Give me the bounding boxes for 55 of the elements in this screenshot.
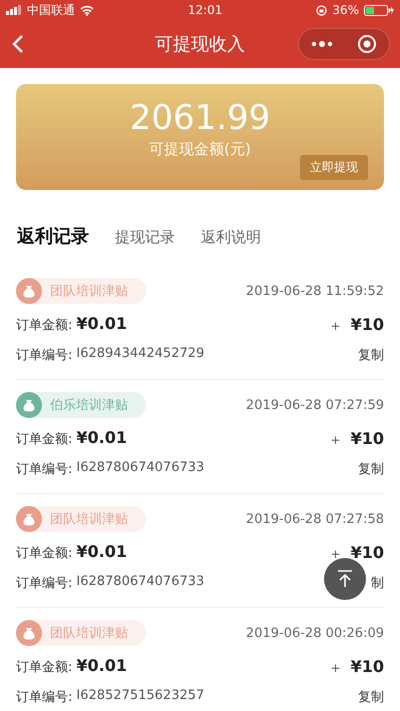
category-label: 团队培训津贴 (50, 511, 128, 528)
order-amount-label: 订单金额: (16, 431, 72, 448)
order-number: I628943442452729 (76, 346, 204, 363)
clock-time: 12:01 (188, 3, 222, 17)
order-number: I628780674076733 (76, 460, 204, 477)
order-number-label: 订单编号: (16, 347, 72, 364)
order-number-label: 订单编号: (16, 689, 72, 706)
order-number-label: 订单编号: (16, 461, 72, 478)
copy-link[interactable]: 复制 (358, 460, 384, 478)
record-time: 2019-06-28 11:59:52 (246, 284, 384, 298)
battery-icon (364, 4, 394, 16)
more-icon[interactable] (311, 40, 333, 48)
reward-amount: ¥10 (350, 314, 384, 334)
signal-icon (6, 5, 22, 15)
copy-link[interactable]: 制 (371, 574, 384, 592)
balance-amount: 2061.99 (130, 98, 270, 138)
order-number: I628527515623257 (76, 688, 204, 705)
arrow-up-icon (337, 570, 353, 588)
close-icon[interactable] (357, 34, 377, 54)
category-label: 伯乐培训津贴 (50, 397, 128, 414)
order-amount: ¥0.01 (76, 542, 127, 561)
balance-label: 可提现金额(元) (149, 140, 251, 159)
reward-amount: ¥10 (350, 428, 384, 448)
back-to-top-button[interactable] (324, 558, 366, 600)
category-label: 团队培训津贴 (50, 625, 128, 642)
order-amount-label: 订单金额: (16, 317, 72, 334)
order-amount-label: 订单金额: (16, 545, 72, 562)
order-number-label: 订单编号: (16, 575, 72, 592)
tab[interactable]: 返利说明 (201, 228, 261, 247)
reward-amount: ¥10 (350, 542, 384, 562)
battery-percent: 36% (332, 3, 359, 17)
record-time: 2019-06-28 07:27:59 (246, 398, 384, 412)
plus-sign: + (330, 660, 341, 674)
record-time: 2019-06-28 07:27:58 (246, 512, 384, 526)
wifi-icon (80, 4, 94, 16)
tab[interactable]: 提现记录 (115, 228, 175, 247)
copy-link[interactable]: 复制 (358, 688, 384, 706)
order-number: I628780674076733 (76, 574, 204, 591)
page-title: 可提现收入 (154, 33, 246, 56)
order-amount: ¥0.01 (76, 656, 127, 675)
record-time: 2019-06-28 00:26:09 (246, 626, 384, 640)
copy-link[interactable]: 复制 (358, 346, 384, 364)
capsule-menu[interactable] (298, 28, 390, 60)
category-label: 团队培训津贴 (50, 283, 128, 300)
plus-sign: + (330, 546, 341, 560)
plus-sign: + (330, 318, 341, 332)
reward-amount: ¥10 (350, 656, 384, 676)
carrier-name: 中国联通 (27, 2, 75, 18)
plus-sign: + (330, 432, 341, 446)
tab[interactable]: 返利记录 (17, 224, 89, 248)
order-amount-label: 订单金额: (16, 659, 72, 676)
order-amount: ¥0.01 (76, 314, 127, 333)
rotation-lock-icon (316, 4, 328, 16)
order-amount: ¥0.01 (76, 428, 127, 447)
back-icon[interactable] (12, 34, 24, 54)
